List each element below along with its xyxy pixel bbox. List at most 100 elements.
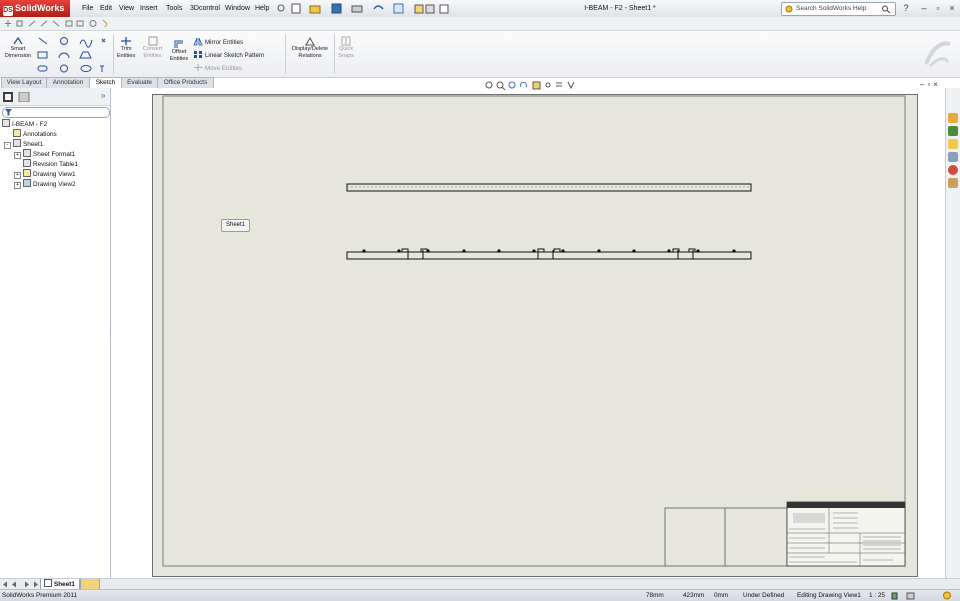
- previous-view-icon: [508, 81, 516, 89]
- print-icon: [351, 5, 363, 13]
- rectangle-icon: [37, 51, 48, 59]
- tree-item-drawing-view2[interactable]: + Drawing View2: [14, 179, 76, 190]
- file-explorer-icon[interactable]: [948, 139, 958, 149]
- slot-icon: [37, 65, 48, 72]
- zoom-to-fit-icon: [485, 81, 493, 89]
- task-pane-tabs: [945, 88, 960, 578]
- linear-pattern-icon: [194, 51, 202, 58]
- expand-panel-icon[interactable]: »: [101, 91, 105, 100]
- sketch-entities-grid[interactable]: [36, 36, 112, 74]
- feature-manager-tabs[interactable]: [3, 92, 33, 102]
- status-definition: Under Defined: [743, 592, 785, 599]
- tab-view-layout[interactable]: View Layout: [1, 77, 47, 88]
- sheet-navigation-arrows[interactable]: [2, 581, 38, 588]
- new-document-icon: [291, 3, 301, 14]
- custom-properties-icon[interactable]: [948, 178, 958, 188]
- sketch-quick-icons[interactable]: [3, 19, 113, 28]
- feature-tree-tab-icon: [3, 92, 13, 102]
- convert-entities-button[interactable]: Convert Entities: [140, 36, 165, 59]
- fillet-icon: [60, 64, 68, 73]
- sheet-name-label[interactable]: Sheet1: [221, 219, 250, 232]
- point-icon: [101, 38, 106, 43]
- design-library-icon[interactable]: [948, 126, 958, 136]
- line-icon: [38, 37, 48, 45]
- ribbon-separator: [285, 34, 286, 74]
- menu-window[interactable]: Window: [225, 0, 250, 17]
- ds-watermark-logo: [924, 41, 951, 68]
- trim-icon: [121, 37, 131, 45]
- collapse-icon[interactable]: -: [4, 142, 11, 149]
- tab-evaluate[interactable]: Evaluate: [121, 77, 158, 88]
- help-dropdown[interactable]: ?: [900, 2, 912, 14]
- menu-help[interactable]: Help: [255, 0, 269, 17]
- rotate-icon: [520, 81, 527, 88]
- arc-icon: [58, 52, 70, 59]
- tab-annotation[interactable]: Annotation: [46, 77, 90, 88]
- property-manager-tab-icon: [18, 92, 30, 102]
- offset-icon: [174, 40, 183, 48]
- expand-icon[interactable]: +: [14, 172, 21, 179]
- restore-button[interactable]: ▫: [932, 2, 944, 14]
- menu-view[interactable]: View: [119, 0, 134, 17]
- menu-insert[interactable]: Insert: [140, 0, 158, 17]
- tab-office-products[interactable]: Office Products: [157, 77, 214, 88]
- offset-entities-button[interactable]: Offset Entities: [167, 39, 191, 62]
- sheet-format-icon: [23, 149, 31, 157]
- drawing-view-icon: [23, 179, 31, 187]
- drawing-view2-geometry: [346, 248, 752, 260]
- standard-toolbar[interactable]: [276, 3, 476, 14]
- menu-file[interactable]: File: [82, 0, 93, 17]
- drawing-view1-geometry: [346, 183, 752, 192]
- grid-snap-icon[interactable]: [906, 592, 916, 600]
- move-entities-button[interactable]: Move Entities: [193, 63, 283, 73]
- menu-tools[interactable]: Tools: [166, 0, 182, 17]
- feature-manager-toolbar: »: [0, 88, 110, 106]
- view-palette-icon[interactable]: [948, 152, 958, 162]
- save-icon: [331, 3, 342, 14]
- heads-up-view-toolbar[interactable]: [484, 80, 584, 91]
- search-go-icon[interactable]: [881, 5, 891, 13]
- ds-logo-icon: DS: [3, 6, 13, 16]
- sheet-border: [162, 95, 906, 567]
- sheet-icon: [13, 139, 21, 147]
- close-button[interactable]: ×: [946, 2, 958, 14]
- text-icon: [100, 65, 104, 72]
- grid-icon: [439, 4, 449, 14]
- select-icon: [393, 3, 404, 14]
- menu-3dcontrol[interactable]: 3Dcontrol: [190, 0, 220, 17]
- appearances-icon[interactable]: [948, 165, 958, 175]
- expand-icon[interactable]: +: [14, 152, 21, 159]
- status-scale[interactable]: 1 : 25: [869, 590, 885, 601]
- linear-sketch-pattern-button[interactable]: Linear Sketch Pattern: [193, 50, 283, 60]
- status-bar: SolidWorks Premium 2011 78mm 423mm 0mm U…: [0, 589, 960, 601]
- revision-table-icon: [23, 159, 31, 167]
- document-title: I-BEAM - F2 - Sheet1 *: [584, 5, 656, 12]
- feature-tree-filter-input[interactable]: [2, 107, 110, 118]
- quick-snaps-button[interactable]: Quick Snaps: [335, 36, 357, 59]
- mirror-entities-button[interactable]: Mirror Entities: [193, 37, 283, 47]
- rebuild-status-icon[interactable]: [890, 592, 900, 600]
- smart-dimension-icon: [13, 36, 23, 45]
- reminder-icon[interactable]: [942, 591, 952, 600]
- open-icon: [309, 5, 321, 14]
- drawing-view-icon: [23, 169, 31, 177]
- zoom-to-area-icon: [496, 81, 506, 91]
- search-icon: [785, 5, 793, 13]
- menu-edit[interactable]: Edit: [100, 0, 112, 17]
- resources-icon[interactable]: [948, 113, 958, 123]
- appearance-icon: [567, 81, 575, 90]
- document-close-icon[interactable]: ×: [933, 80, 941, 89]
- search-input[interactable]: Search SolidWorks Help: [781, 2, 896, 16]
- solidworks-logo[interactable]: DS SolidWorks: [0, 0, 70, 17]
- drawing-sheet[interactable]: [152, 94, 918, 577]
- sheet-icon: [44, 579, 52, 587]
- trim-entities-button[interactable]: Trim Entities: [115, 36, 137, 59]
- minimize-button[interactable]: –: [918, 2, 930, 14]
- command-manager-ribbon: Smart Dimension Trim Entities Convert En…: [0, 31, 960, 78]
- smart-dimension-button[interactable]: Smart Dimension: [3, 36, 33, 59]
- expand-icon[interactable]: +: [14, 182, 21, 189]
- title-bar: DS SolidWorks File Edit View Insert Tools…: [0, 0, 960, 18]
- display-delete-relations-button[interactable]: Display/Delete Relations: [288, 36, 332, 59]
- quick-snaps-icon: [341, 36, 351, 46]
- document-window-controls[interactable]: –▫×: [920, 80, 941, 89]
